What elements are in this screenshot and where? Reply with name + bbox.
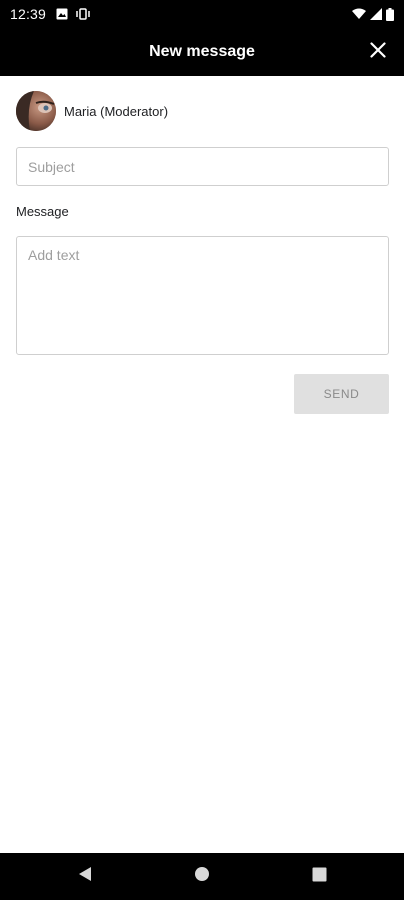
cell-signal-icon xyxy=(370,8,382,20)
notification-photo-icon xyxy=(56,8,68,20)
status-left-icons xyxy=(56,8,90,20)
status-time: 12:39 xyxy=(10,6,47,22)
battery-icon xyxy=(386,7,394,21)
back-button[interactable] xyxy=(55,853,115,900)
close-button[interactable] xyxy=(364,38,392,66)
status-bar: 12:39 xyxy=(0,0,404,28)
message-label: Message xyxy=(16,204,69,219)
back-icon xyxy=(77,866,93,887)
wifi-icon xyxy=(352,8,366,20)
page-title: New message xyxy=(149,43,255,60)
recipient: Maria (Moderator) xyxy=(16,91,168,131)
recents-button[interactable] xyxy=(289,853,349,900)
home-icon xyxy=(194,866,210,887)
vibrate-icon xyxy=(76,8,90,20)
recipient-name: Maria (Moderator) xyxy=(64,103,169,119)
close-icon xyxy=(370,41,386,63)
status-right-icons xyxy=(352,7,394,21)
recents-icon xyxy=(312,867,327,887)
avatar xyxy=(16,91,56,131)
home-button[interactable] xyxy=(172,853,232,900)
send-button[interactable]: SEND xyxy=(294,374,389,414)
navigation-bar xyxy=(0,853,404,900)
subject-input[interactable] xyxy=(16,147,389,186)
message-input[interactable] xyxy=(16,236,389,355)
app-bar: New message xyxy=(0,28,404,76)
